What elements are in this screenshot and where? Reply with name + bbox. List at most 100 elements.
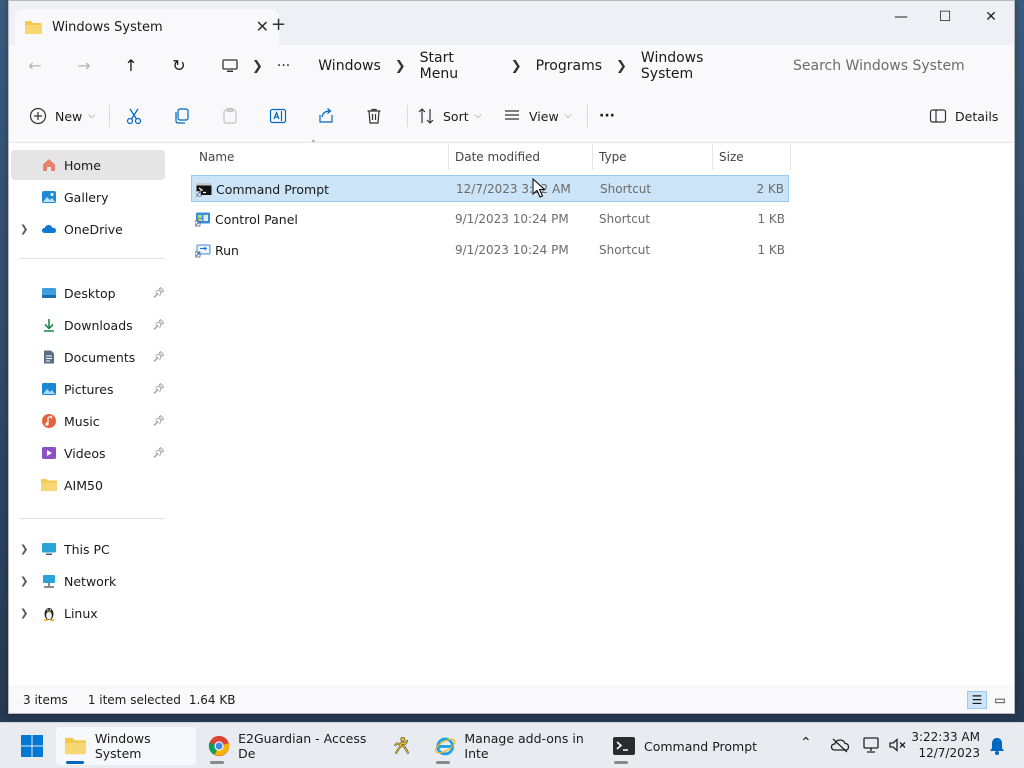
breadcrumb-ellipsis[interactable]: ··· (277, 58, 290, 74)
paste-button[interactable] (221, 104, 239, 128)
delete-button[interactable] (365, 104, 383, 128)
taskbar-app-command-prompt[interactable]: Command Prompt (604, 727, 774, 765)
sidebar-divider (19, 258, 165, 259)
document-icon (44, 350, 54, 364)
sidebar-item-label: AIM50 (64, 477, 103, 493)
command-prompt-icon (196, 183, 212, 197)
share-button[interactable] (317, 104, 335, 128)
sidebar-item-label: OneDrive (64, 221, 123, 237)
column-header-name[interactable]: Name (193, 144, 449, 170)
sort-button[interactable]: Sort ⌵ (417, 104, 481, 128)
network-icon (43, 575, 55, 588)
new-label: New (55, 108, 83, 124)
details-label: Details (955, 108, 999, 124)
monitor-icon (42, 543, 56, 555)
file-row-control-panel[interactable]: Control Panel 9/1/2023 10:24 PM Shortcut… (191, 206, 789, 233)
maximize-button[interactable]: ☐ (923, 7, 967, 29)
pin-icon[interactable]: 📌︎ (152, 320, 165, 331)
volume-muted-icon[interactable] (888, 736, 908, 754)
tiles-view-toggle[interactable]: ▭ (990, 691, 1010, 709)
cloud-offline-icon[interactable] (830, 737, 850, 753)
folder-icon (64, 737, 86, 755)
sidebar-item-home[interactable]: Home (11, 150, 165, 180)
sidebar-item-documents[interactable]: Documents 📌︎ (11, 342, 165, 372)
status-bar: 3 items 1 item selected 1.64 KB (9, 685, 1014, 713)
breadcrumb-programs[interactable]: Programs (536, 58, 602, 74)
tab-windows-system[interactable]: Windows System ✕ (15, 9, 279, 45)
file-date: 12/7/2023 3:22 AM (456, 182, 571, 196)
computer-icon[interactable] (222, 59, 238, 73)
taskbar-app-label: Manage add-ons in Inte (464, 731, 584, 761)
clock-date: 12/7/2023 (918, 746, 980, 760)
command-bar: New ⌵ Sort ⌵ View ⌵ ··· Details (9, 89, 1014, 143)
file-size: 1 KB (757, 212, 785, 226)
file-name: Run (215, 243, 239, 258)
sidebar-item-label: Videos (64, 445, 106, 461)
breadcrumb-start-menu[interactable]: Start Menu (420, 50, 497, 82)
breadcrumb-windows[interactable]: Windows (318, 58, 381, 74)
sidebar-item-pictures[interactable]: Pictures 📌︎ (11, 374, 165, 404)
system-clock[interactable]: 3:22:33 AM 12/7/2023 (911, 729, 980, 761)
column-header-date-modified[interactable]: Date modified (449, 144, 593, 170)
sidebar-item-onedrive[interactable]: OneDrive (11, 214, 165, 244)
forward-button[interactable]: → (72, 54, 96, 78)
file-type: Shortcut (599, 212, 651, 226)
search-input[interactable]: Search Windows System (789, 51, 999, 81)
cloud-icon (42, 225, 56, 233)
navigation-pane: Home Gallery ❯ OneDrive Desktop 📌︎ Downl… (9, 144, 173, 684)
pin-icon[interactable]: 📌︎ (152, 448, 165, 459)
taskbar-app-aim[interactable] (384, 727, 420, 765)
sidebar-item-music[interactable]: Music 📌︎ (11, 406, 165, 436)
new-button[interactable]: New ⌵ (29, 104, 95, 128)
network-status-icon[interactable] (862, 736, 882, 754)
sidebar-item-linux[interactable]: Linux (11, 598, 165, 628)
sidebar-item-network[interactable]: Network (11, 566, 165, 596)
copy-button[interactable] (173, 104, 191, 128)
sidebar-item-downloads[interactable]: Downloads 📌︎ (11, 310, 165, 340)
more-options-button[interactable]: ··· (599, 104, 615, 128)
new-tab-button[interactable]: + (271, 14, 286, 35)
taskbar-app-chrome[interactable]: E2Guardian - Access De (200, 727, 376, 765)
sidebar-item-this-pc[interactable]: This PC (11, 534, 165, 564)
file-explorer-window: Windows System ✕ + — ☐ ✕ ← → ↑ ↻ ❯ ··· W… (8, 0, 1015, 714)
gallery-icon (42, 191, 56, 203)
plus-circle-icon (29, 107, 47, 125)
file-row-run[interactable]: Run 9/1/2023 10:24 PM Shortcut 1 KB (191, 237, 789, 264)
pin-icon[interactable]: 📌︎ (152, 384, 165, 395)
sidebar-item-gallery[interactable]: Gallery (11, 182, 165, 212)
column-header-size[interactable]: Size (713, 144, 791, 170)
details-view-toggle[interactable]: ☰ (967, 691, 987, 709)
clipboard-icon (223, 107, 237, 124)
breadcrumb: ❯ ··· Windows ❯ Start Menu ❯ Programs ❯ … (214, 50, 774, 82)
cut-button[interactable] (125, 104, 143, 128)
sidebar-item-aim50[interactable]: AIM50 (11, 470, 165, 500)
rename-button[interactable] (269, 104, 287, 128)
column-header-type[interactable]: Type (593, 144, 713, 170)
pictures-icon (42, 383, 56, 395)
mouse-cursor-icon (532, 178, 546, 198)
taskbar-app-internet-explorer[interactable]: Manage add-ons in Inte (426, 727, 602, 765)
tab-close-button[interactable]: ✕ (256, 17, 269, 36)
chevron-up-icon[interactable]: ⌃ (800, 735, 812, 751)
breadcrumb-windows-system[interactable]: Windows System (641, 50, 760, 82)
pin-icon[interactable]: 📌︎ (152, 288, 165, 299)
close-window-button[interactable]: ✕ (969, 7, 1013, 29)
run-icon (195, 244, 211, 258)
chevron-down-icon: ⌵ (88, 111, 96, 121)
sidebar-item-desktop[interactable]: Desktop 📌︎ (11, 278, 165, 308)
pin-icon[interactable]: 📌︎ (152, 416, 165, 427)
refresh-button[interactable]: ↻ (167, 54, 191, 78)
taskbar-app-file-explorer[interactable]: Windows System (56, 727, 196, 765)
up-button[interactable]: ↑ (119, 54, 143, 78)
start-button[interactable] (20, 734, 44, 758)
back-button[interactable]: ← (23, 54, 47, 78)
sidebar-item-label: Gallery (64, 189, 109, 205)
file-row-command-prompt[interactable]: Command Prompt 12/7/2023 3:22 AM Shortcu… (191, 175, 789, 202)
selection-size: 1.64 KB (188, 693, 236, 707)
details-pane-button[interactable]: Details (929, 104, 998, 128)
pin-icon[interactable]: 📌︎ (152, 352, 165, 363)
sidebar-item-videos[interactable]: Videos 📌︎ (11, 438, 165, 468)
minimize-button[interactable]: — (879, 7, 923, 29)
notification-bell-icon[interactable] (988, 736, 1006, 756)
view-button[interactable]: View ⌵ (503, 104, 572, 128)
